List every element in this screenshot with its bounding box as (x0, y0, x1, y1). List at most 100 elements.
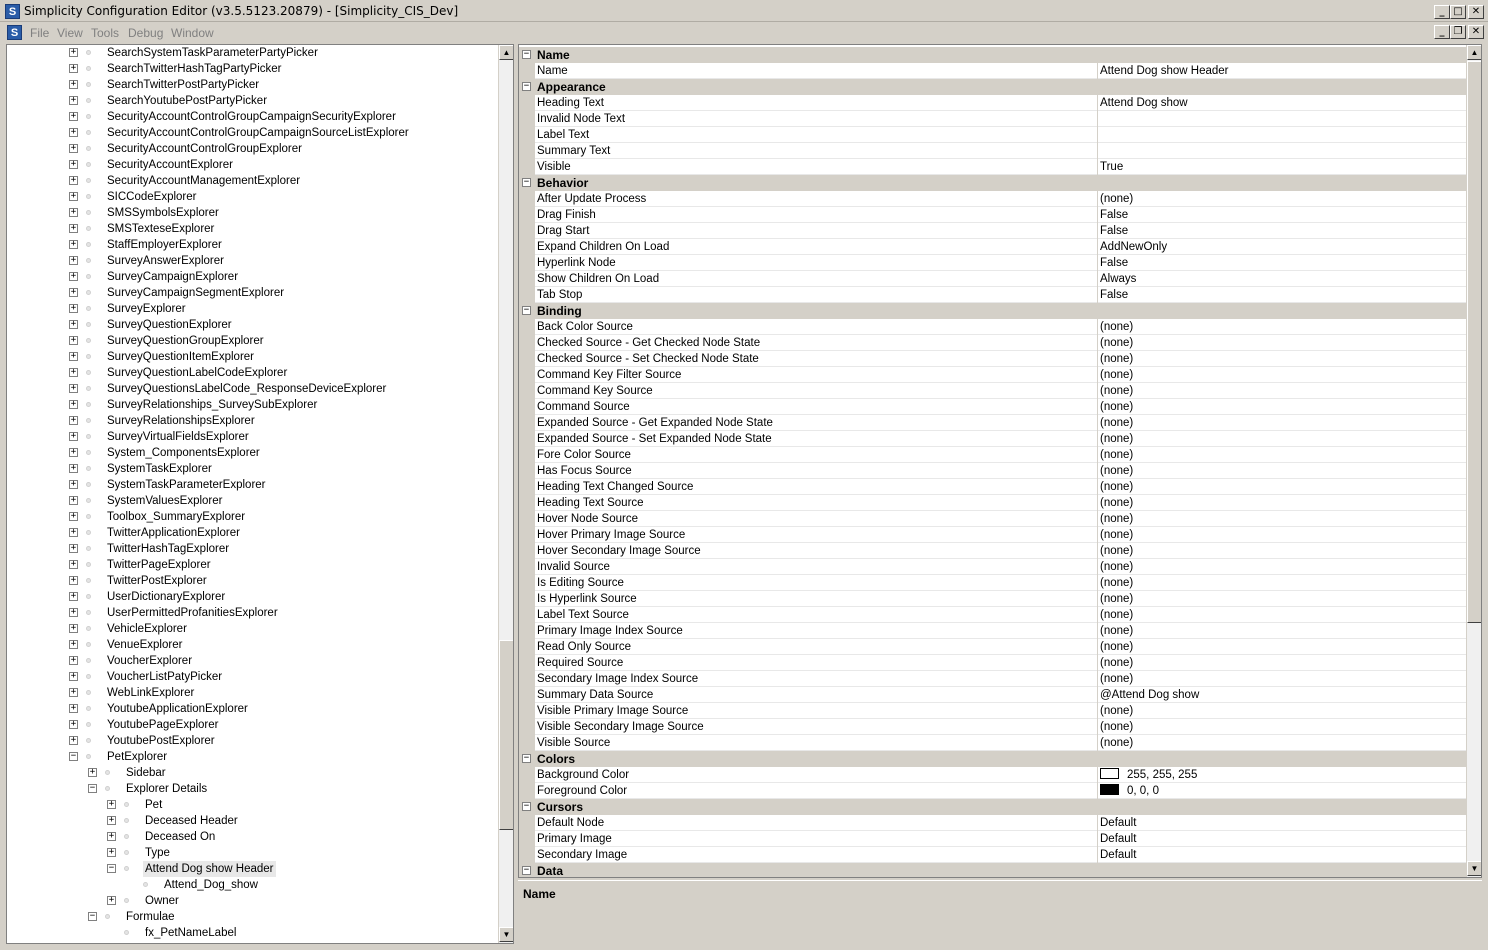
tree-item-label[interactable]: System_ComponentsExplorer (105, 445, 262, 461)
property-category[interactable]: − Colors (519, 751, 1466, 767)
expand-icon[interactable]: + (69, 368, 78, 377)
expand-icon[interactable]: + (69, 640, 78, 649)
property-value[interactable]: (none) (1097, 591, 1133, 607)
tree-item-label[interactable]: Attend_Dog_show (162, 877, 260, 893)
expand-icon[interactable]: + (69, 528, 78, 537)
property-value[interactable]: (none) (1097, 335, 1133, 351)
tree-item-label[interactable]: Toolbox_SummaryExplorer (105, 509, 247, 525)
property-category[interactable]: − Appearance (519, 79, 1466, 95)
tree-item-label[interactable]: SecurityAccountControlGroupCampaignSourc… (105, 125, 411, 141)
expand-icon[interactable]: + (69, 352, 78, 361)
expand-icon[interactable]: + (69, 544, 78, 553)
expand-icon[interactable]: + (69, 608, 78, 617)
prop-scroll-up-icon[interactable]: ▲ (1467, 45, 1481, 60)
expand-icon[interactable]: + (88, 768, 97, 777)
expand-icon[interactable]: + (69, 720, 78, 729)
tree-item-label[interactable]: Pet (143, 797, 164, 813)
tree-item-label[interactable]: SecurityAccountControlGroupCampaignSecur… (105, 109, 398, 125)
expand-icon[interactable]: + (69, 208, 78, 217)
property-value[interactable]: False (1097, 207, 1128, 223)
expand-icon[interactable]: + (69, 336, 78, 345)
property-row[interactable]: Show Children On Load Always (519, 271, 1466, 287)
expand-icon[interactable]: + (69, 256, 78, 265)
property-value[interactable]: Attend Dog show (1097, 95, 1188, 111)
property-value[interactable]: True (1097, 159, 1123, 175)
tree-scrollbar[interactable]: ▲ ▼ (498, 45, 513, 943)
expand-icon[interactable]: + (69, 48, 78, 57)
collapse-icon[interactable]: − (88, 912, 97, 921)
tree-item-label[interactable]: SurveyQuestionGroupExplorer (105, 333, 266, 349)
tree-item-label[interactable]: SurveyRelationshipsExplorer (105, 413, 257, 429)
property-category[interactable]: − Name (519, 47, 1466, 63)
property-row[interactable]: Heading Text Attend Dog show (519, 95, 1466, 111)
tree-item-label[interactable]: UserPermittedProfanitiesExplorer (105, 605, 280, 621)
property-row[interactable]: Command Key Filter Source (none) (519, 367, 1466, 383)
collapse-icon[interactable]: − (522, 82, 531, 91)
property-value[interactable]: (none) (1097, 527, 1133, 543)
property-row[interactable]: Name Attend Dog show Header (519, 63, 1466, 79)
collapse-icon[interactable]: − (522, 50, 531, 59)
property-row[interactable]: Visible True (519, 159, 1466, 175)
expand-icon[interactable]: + (69, 224, 78, 233)
expand-icon[interactable]: + (69, 624, 78, 633)
expand-icon[interactable]: + (69, 448, 78, 457)
property-row[interactable]: Read Only Source (none) (519, 639, 1466, 655)
tree-item-label[interactable]: SurveyRelationships_SurveySubExplorer (105, 397, 319, 413)
property-value[interactable]: (none) (1097, 575, 1133, 591)
property-category[interactable]: − Cursors (519, 799, 1466, 815)
property-value[interactable]: (none) (1097, 655, 1133, 671)
expand-icon[interactable]: + (69, 96, 78, 105)
property-value[interactable] (1097, 143, 1100, 159)
tree-item-label[interactable]: TwitterApplicationExplorer (105, 525, 242, 541)
property-row[interactable]: Primary Image Default (519, 831, 1466, 847)
menu-window[interactable]: Window (171, 26, 214, 40)
tree-item-label[interactable]: TwitterPageExplorer (105, 557, 213, 573)
property-value[interactable]: Default (1097, 815, 1136, 831)
expand-icon[interactable]: + (69, 304, 78, 313)
property-value[interactable]: False (1097, 287, 1128, 303)
property-row[interactable]: Invalid Node Text (519, 111, 1466, 127)
property-value[interactable]: (none) (1097, 463, 1133, 479)
expand-icon[interactable]: + (107, 848, 116, 857)
property-value[interactable]: (none) (1097, 607, 1133, 623)
property-value[interactable]: (none) (1097, 543, 1133, 559)
property-row[interactable]: Drag Finish False (519, 207, 1466, 223)
property-row[interactable]: After Update Process (none) (519, 191, 1466, 207)
property-row[interactable]: Fore Color Source (none) (519, 447, 1466, 463)
property-value[interactable]: (none) (1097, 703, 1133, 719)
expand-icon[interactable]: + (69, 480, 78, 489)
expand-icon[interactable]: + (69, 288, 78, 297)
property-value[interactable]: (none) (1097, 367, 1133, 383)
expand-icon[interactable]: + (69, 464, 78, 473)
expand-icon[interactable]: + (107, 800, 116, 809)
tree-item-label[interactable]: Owner (143, 893, 181, 909)
tree-item-label[interactable]: SearchSystemTaskParameterPartyPicker (105, 45, 320, 61)
prop-scroll-thumb[interactable] (1467, 61, 1481, 623)
tree-item-label[interactable]: SurveyQuestionItemExplorer (105, 349, 256, 365)
property-row[interactable]: Is Hyperlink Source (none) (519, 591, 1466, 607)
property-row[interactable]: Default Node Default (519, 815, 1466, 831)
tree-item-label[interactable]: VoucherListPatyPicker (105, 669, 224, 685)
tree-item-label[interactable]: SurveyAnswerExplorer (105, 253, 226, 269)
tree-item-label[interactable]: SecurityAccountExplorer (105, 157, 235, 173)
tree-item-label[interactable]: SearchTwitterHashTagPartyPicker (105, 61, 283, 77)
property-value[interactable]: 255, 255, 255 (1097, 767, 1197, 783)
property-row[interactable]: Expand Children On Load AddNewOnly (519, 239, 1466, 255)
tree-item-label[interactable]: SearchYoutubePostPartyPicker (105, 93, 269, 109)
property-value[interactable]: (none) (1097, 719, 1133, 735)
expand-icon[interactable]: + (107, 832, 116, 841)
collapse-icon[interactable]: − (522, 306, 531, 315)
property-value[interactable]: (none) (1097, 383, 1133, 399)
expand-icon[interactable]: + (69, 656, 78, 665)
collapse-icon[interactable]: − (522, 178, 531, 187)
property-row[interactable]: Label Text (519, 127, 1466, 143)
property-value[interactable]: @Attend Dog show (1097, 687, 1199, 703)
property-row[interactable]: Primary Image Index Source (none) (519, 623, 1466, 639)
property-value[interactable]: (none) (1097, 415, 1133, 431)
collapse-icon[interactable]: − (522, 754, 531, 763)
property-category[interactable]: − Data (519, 863, 1466, 877)
mdi-restore-icon[interactable]: ❐ (1450, 25, 1466, 39)
tree-item-label[interactable]: Attend Dog show Header (143, 861, 276, 877)
prop-scroll-down-icon[interactable]: ▼ (1467, 861, 1481, 876)
collapse-icon[interactable]: − (522, 866, 531, 875)
